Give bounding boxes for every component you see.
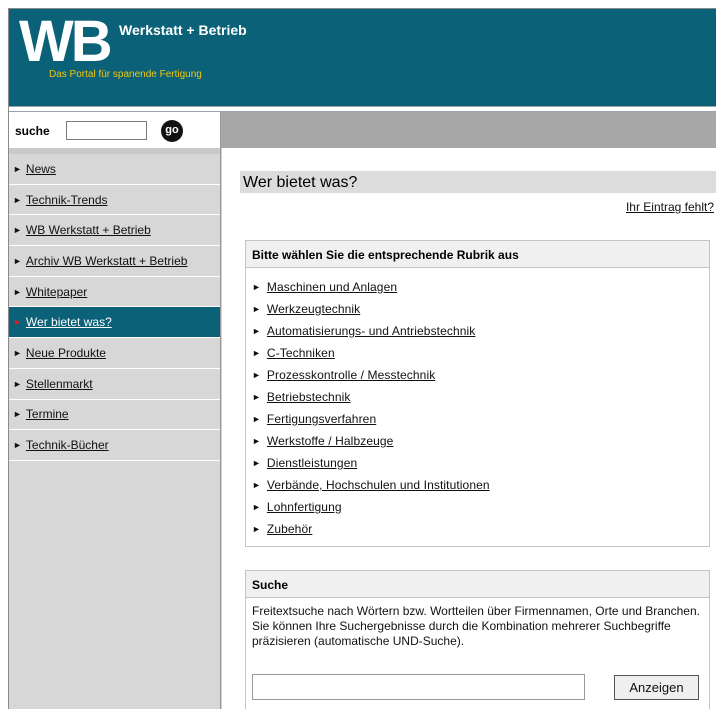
category-item[interactable]: ► Prozesskontrolle / Messtechnik bbox=[246, 364, 709, 386]
category-item[interactable]: ► Werkstoffe / Halbzeuge bbox=[246, 430, 709, 452]
category-item[interactable]: ► Lohnfertigung bbox=[246, 496, 709, 518]
category-item[interactable]: ► Fertigungsverfahren bbox=[246, 408, 709, 430]
category-item-label[interactable]: Lohnfertigung bbox=[267, 500, 342, 514]
triangle-right-icon: ► bbox=[252, 414, 261, 424]
category-panel: Bitte wählen Sie die entsprechende Rubri… bbox=[245, 240, 710, 547]
missing-entry-link[interactable]: Ihr Eintrag fehlt? bbox=[626, 200, 714, 214]
sidebar-item[interactable]: ► Termine bbox=[9, 399, 220, 431]
sidebar-item-label[interactable]: Technik-Bücher bbox=[26, 438, 109, 452]
search-panel-heading: Suche bbox=[246, 571, 709, 598]
triangle-right-icon: ► bbox=[252, 392, 261, 402]
site-header: WB Werkstatt + Betrieb Das Portal für sp… bbox=[9, 9, 716, 106]
search-panel: Suche Freitextsuche nach Wörtern bzw. Wo… bbox=[245, 570, 710, 709]
top-strip bbox=[221, 112, 716, 148]
sidebar-item-label[interactable]: Archiv WB Werkstatt + Betrieb bbox=[26, 254, 188, 268]
category-item-label[interactable]: Dienstleistungen bbox=[267, 456, 357, 470]
go-button[interactable]: go bbox=[161, 120, 183, 142]
triangle-right-icon: ► bbox=[13, 286, 22, 297]
category-item-label[interactable]: Prozesskontrolle / Messtechnik bbox=[267, 368, 435, 382]
category-item[interactable]: ► Betriebstechnik bbox=[246, 386, 709, 408]
category-item-label[interactable]: Werkstoffe / Halbzeuge bbox=[267, 434, 394, 448]
sidebar-item[interactable]: ► Archiv WB Werkstatt + Betrieb bbox=[9, 246, 220, 277]
triangle-right-icon: ► bbox=[252, 326, 261, 336]
sidebar-item-label[interactable]: Neue Produkte bbox=[26, 346, 106, 360]
category-item-label[interactable]: Fertigungsverfahren bbox=[267, 412, 376, 426]
category-item[interactable]: ► C-Techniken bbox=[246, 342, 709, 364]
nav-list: ► News ► Technik-Trends ► WB Werkstatt + Betr… bbox=[9, 154, 220, 461]
brand-name: Werkstatt + Betrieb bbox=[119, 22, 247, 38]
triangle-right-icon: ► bbox=[13, 440, 22, 451]
triangle-right-icon: ► bbox=[13, 255, 22, 266]
site-search: suche go bbox=[9, 112, 221, 148]
category-item-label[interactable]: Zubehör bbox=[267, 522, 312, 536]
sidebar-item[interactable]: ► Technik-Trends bbox=[9, 184, 220, 216]
triangle-right-icon: ► bbox=[13, 225, 22, 236]
sidebar-item[interactable]: ► Whitepaper bbox=[9, 276, 220, 308]
triangle-right-icon: ► bbox=[13, 347, 22, 358]
brand-tagline: Das Portal für spanende Fertigung bbox=[49, 69, 202, 80]
show-results-button[interactable]: Anzeigen bbox=[614, 675, 699, 700]
category-item-label[interactable]: Werkzeugtechnik bbox=[267, 302, 360, 316]
triangle-right-icon: ► bbox=[13, 163, 22, 174]
sidebar-item-label[interactable]: Whitepaper bbox=[26, 285, 87, 299]
category-panel-heading: Bitte wählen Sie die entsprechende Rubri… bbox=[246, 241, 709, 268]
triangle-right-icon: ► bbox=[13, 378, 22, 389]
sidebar-item-label[interactable]: News bbox=[26, 162, 56, 176]
sidebar-item-label[interactable]: Technik-Trends bbox=[26, 193, 108, 207]
sidebar-item[interactable]: ► WB Werkstatt + Betrieb bbox=[9, 215, 220, 247]
triangle-right-icon: ► bbox=[252, 370, 261, 380]
logo-wb[interactable]: WB bbox=[19, 11, 113, 73]
triangle-right-icon: ► bbox=[252, 480, 261, 490]
category-item-label[interactable]: Maschinen und Anlagen bbox=[267, 280, 397, 294]
category-item[interactable]: ► Zubehör bbox=[246, 518, 709, 540]
category-item[interactable]: ► Werkzeugtechnik bbox=[246, 298, 709, 320]
category-item-label[interactable]: C-Techniken bbox=[267, 346, 335, 360]
triangle-right-icon: ► bbox=[252, 502, 261, 512]
category-item[interactable]: ► Verbände, Hochschulen und Institutionen bbox=[246, 474, 709, 496]
triangle-right-icon: ► bbox=[252, 458, 261, 468]
triangle-right-icon: ► bbox=[252, 348, 261, 358]
triangle-right-icon: ► bbox=[252, 304, 261, 314]
sidebar-item[interactable]: ► Stellenmarkt bbox=[9, 368, 220, 400]
main-content: Wer bietet was? Ihr Eintrag fehlt? Bitte… bbox=[221, 148, 716, 709]
triangle-right-icon: ► bbox=[13, 194, 22, 205]
category-item[interactable]: ► Automatisierungs- und Antriebstechnik bbox=[246, 320, 709, 342]
search-input[interactable] bbox=[66, 121, 147, 140]
page-title: Wer bietet was? bbox=[240, 171, 716, 193]
triangle-right-icon: ► bbox=[13, 409, 22, 420]
category-item[interactable]: ► Maschinen und Anlagen bbox=[246, 276, 709, 298]
page-frame: WB Werkstatt + Betrieb Das Portal für sp… bbox=[8, 8, 716, 709]
category-item-label[interactable]: Automatisierungs- und Antriebstechnik bbox=[267, 324, 475, 338]
sidebar-item[interactable]: ► News bbox=[9, 154, 220, 185]
sidebar-item[interactable]: ► Wer bietet was? bbox=[9, 307, 220, 339]
freetext-search-input[interactable] bbox=[252, 674, 585, 700]
triangle-right-icon: ► bbox=[252, 282, 261, 292]
triangle-right-icon: ► bbox=[13, 317, 22, 328]
sidebar-item-label[interactable]: Wer bietet was? bbox=[26, 315, 112, 329]
sidebar-item[interactable]: ► Technik-Bücher bbox=[9, 430, 220, 461]
triangle-right-icon: ► bbox=[252, 524, 261, 534]
category-item-label[interactable]: Betriebstechnik bbox=[267, 390, 351, 404]
category-item-label[interactable]: Verbände, Hochschulen und Institutionen bbox=[267, 478, 490, 492]
sidebar-item-label[interactable]: Termine bbox=[26, 407, 69, 421]
category-item[interactable]: ► Dienstleistungen bbox=[246, 452, 709, 474]
sidebar-nav: ► News ► Technik-Trends ► WB Werkstatt + Betr… bbox=[9, 148, 221, 709]
search-label: suche bbox=[15, 124, 50, 138]
sidebar-item-label[interactable]: Stellenmarkt bbox=[26, 377, 93, 391]
search-description: Freitextsuche nach Wörtern bzw. Wortteil… bbox=[252, 604, 700, 648]
triangle-right-icon: ► bbox=[252, 436, 261, 446]
sidebar-item-label[interactable]: WB Werkstatt + Betrieb bbox=[26, 223, 151, 237]
category-list: ► Maschinen und Anlagen ► Werkzeugtechnik ► A… bbox=[246, 268, 709, 540]
sidebar-item[interactable]: ► Neue Produkte bbox=[9, 338, 220, 369]
